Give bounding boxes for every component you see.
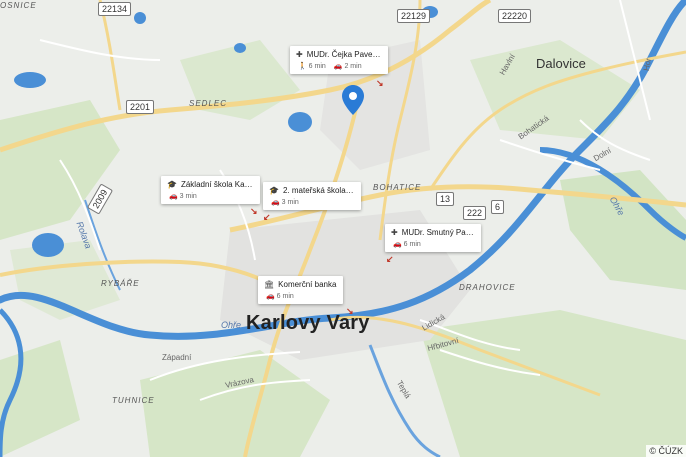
road-shield-22134: 22134 (98, 2, 132, 16)
poi-pointer-arrow: ↘ (250, 206, 258, 216)
school-icon: 🎓 (269, 186, 279, 195)
drive-time: 🚗 6 min (393, 240, 421, 248)
bank-icon: 🏛 (264, 280, 275, 289)
poi-name: Základní škola Ka… (180, 180, 253, 189)
road-shield-222: 222 (463, 206, 487, 220)
location-pin-icon[interactable] (342, 85, 364, 115)
drahovice-label: DRAHOVICE (459, 283, 516, 292)
bohatice-label: BOHATICE (373, 183, 422, 192)
poi-card-mudr-cejka[interactable]: ✚ MUDr. Čejka Pave… 🚶 6 min 🚗 2 min (290, 46, 388, 74)
poi-name: MUDr. Čejka Pave… (306, 50, 381, 59)
car-icon: 🚗 (393, 241, 402, 248)
poi-name: MUDr. Smutný Pa… (401, 228, 474, 237)
car-icon: 🚗 (271, 199, 280, 206)
poi-pointer-arrow: ↘ (376, 78, 384, 88)
sedlec-label: SEDLEC (189, 99, 228, 108)
drive-time: 🚗 2 min (334, 62, 362, 70)
road-shield-2201: 2201 (126, 100, 155, 114)
poi-name: 2. mateřská škola… (282, 186, 354, 195)
poi-pointer-arrow: ↙ (386, 254, 394, 264)
poi-card-materska-skola[interactable]: 🎓 2. mateřská škola… 🚗 3 min (263, 182, 361, 210)
osnice-label: OSNICE (0, 1, 37, 10)
poi-pointer-arrow: ↙ (263, 212, 271, 222)
road-shield-6: 6 (491, 200, 505, 214)
street-zapadni: Západní (162, 353, 192, 362)
poi-pointer-arrow: ↘ (346, 306, 354, 316)
dalovice-label: Dalovice (536, 56, 586, 71)
river-ohre-label: Ohře (221, 320, 242, 330)
poi-name: Komerční banka (278, 280, 337, 289)
drive-time-value: 2 min (344, 63, 362, 70)
road-shield-22220: 22220 (498, 9, 532, 23)
tuhnice-label: TUHNICE (112, 396, 155, 405)
walk-time-value: 6 min (308, 63, 326, 70)
walk-time: 🚶 6 min (298, 62, 326, 70)
drive-time-value: 6 min (403, 241, 421, 248)
poi-card-mudr-smutny[interactable]: ✚ MUDr. Smutný Pa… 🚗 6 min (385, 224, 481, 252)
drive-time-value: 3 min (179, 193, 197, 200)
road-shield-13: 13 (436, 192, 455, 206)
rybare-label: RYBÁŘE (101, 279, 140, 288)
walk-icon: 🚶 (298, 63, 307, 70)
medical-icon: ✚ (296, 50, 303, 59)
poi-card-komercni-banka[interactable]: 🏛 Komerční banka 🚗 6 min (258, 276, 344, 304)
car-icon: 🚗 (266, 293, 275, 300)
map-canvas[interactable]: Karlovy Vary Dalovice SEDLEC BOHATICE RY… (0, 0, 686, 457)
drive-time-value: 3 min (281, 199, 299, 206)
medical-icon: ✚ (391, 228, 398, 237)
drive-time-value: 6 min (276, 293, 294, 300)
poi-card-zakladni-skola[interactable]: 🎓 Základní škola Ka… 🚗 3 min (161, 176, 260, 204)
car-icon: 🚗 (333, 63, 343, 70)
school-icon: 🎓 (167, 180, 177, 189)
map-copyright: © ČÚZK (646, 445, 686, 457)
road-shield-22129: 22129 (397, 9, 431, 23)
drive-time: 🚗 3 min (169, 192, 197, 200)
car-icon: 🚗 (169, 193, 178, 200)
drive-time: 🚗 6 min (266, 292, 294, 300)
drive-time: 🚗 3 min (271, 198, 299, 206)
